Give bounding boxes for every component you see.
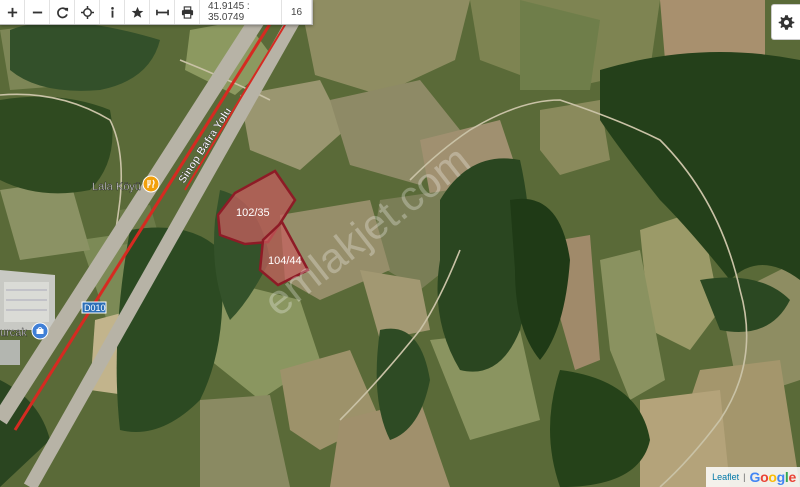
coordinates-readout: 41.9145 : 35.0749 xyxy=(200,0,282,24)
satellite-map[interactable]: 102/35 104/44 D010 Sinop Bafra Yolu Lala… xyxy=(0,0,800,487)
locate-button[interactable] xyxy=(75,0,100,24)
town-label: urcak xyxy=(0,327,27,339)
info-icon xyxy=(110,6,114,18)
refresh-button[interactable] xyxy=(50,0,75,24)
map-attribution: Leaflet | Google xyxy=(706,467,800,487)
info-button[interactable] xyxy=(100,0,125,24)
map-toolbar: 41.9145 : 35.0749 16 xyxy=(0,0,313,25)
route-shield: D010 xyxy=(81,301,107,314)
gear-icon xyxy=(778,14,794,30)
town-marker-icon[interactable] xyxy=(31,322,49,340)
zoom-level: 16 xyxy=(282,0,312,24)
printer-icon xyxy=(181,5,193,19)
attribution-separator: | xyxy=(743,472,746,482)
leaflet-link[interactable]: Leaflet xyxy=(712,472,739,482)
print-button[interactable] xyxy=(175,0,200,24)
village-label: Lala Köyü xyxy=(92,181,141,193)
plus-icon xyxy=(7,7,17,17)
settings-button[interactable] xyxy=(771,4,800,40)
minus-icon xyxy=(32,11,42,13)
parcel-label: 102/35 xyxy=(236,207,270,219)
refresh-icon xyxy=(56,6,68,18)
crosshair-icon xyxy=(80,5,94,19)
star-icon xyxy=(131,6,143,18)
zoom-out-button[interactable] xyxy=(25,0,50,24)
google-logo: Google xyxy=(749,469,797,485)
ruler-icon xyxy=(155,9,169,15)
restaurant-marker-icon[interactable] xyxy=(142,175,160,193)
route-label: D010 xyxy=(84,303,106,313)
measure-button[interactable] xyxy=(150,0,175,24)
zoom-in-button[interactable] xyxy=(0,0,25,24)
favorite-button[interactable] xyxy=(125,0,150,24)
